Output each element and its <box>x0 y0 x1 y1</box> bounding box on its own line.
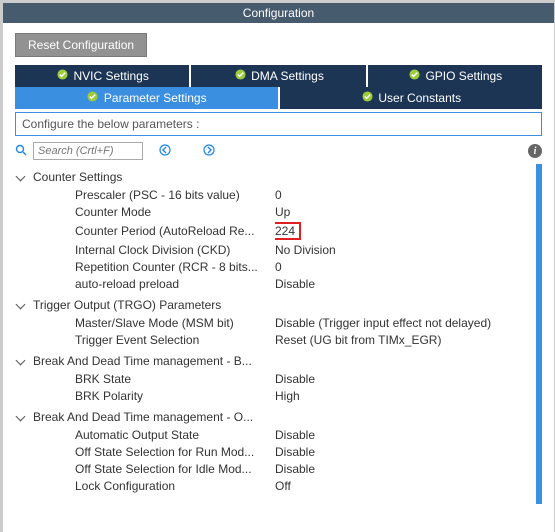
parameter-row[interactable]: Automatic Output StateDisable <box>15 426 532 443</box>
parameter-value[interactable]: Off <box>275 479 532 493</box>
next-icon[interactable] <box>203 144 215 159</box>
parameter-value[interactable]: 0 <box>275 260 532 274</box>
search-icon[interactable] <box>15 144 27 159</box>
check-icon <box>233 69 247 83</box>
tab-user-constants[interactable]: User Constants <box>280 87 543 109</box>
group-header[interactable]: Counter Settings <box>15 168 532 186</box>
group-title: Counter Settings <box>29 170 122 184</box>
parameter-value[interactable]: Up <box>275 205 532 219</box>
prev-icon[interactable] <box>159 144 171 159</box>
parameter-label: Automatic Output State <box>15 428 275 442</box>
parameter-row[interactable]: Lock ConfigurationOff <box>15 477 532 494</box>
parameter-row[interactable]: Counter Period (AutoReload Re...224 <box>15 220 532 241</box>
parameter-row[interactable]: BRK StateDisable <box>15 370 532 387</box>
parameter-label: Counter Mode <box>15 205 275 219</box>
group-title: Break And Dead Time management - O... <box>29 410 253 424</box>
chevron-down-icon <box>15 356 25 366</box>
tab-gpio-settings[interactable]: GPIO Settings <box>368 65 542 87</box>
parameter-row[interactable]: Trigger Event SelectionReset (UG bit fro… <box>15 331 532 348</box>
parameter-value[interactable]: 0 <box>275 188 532 202</box>
parameter-label: Repetition Counter (RCR - 8 bits... <box>15 260 275 274</box>
parameter-group: Counter Settings Prescaler (PSC - 16 bits… <box>15 168 532 292</box>
parameter-group: Trigger Output (TRGO) Parameters Master/S… <box>15 296 532 348</box>
parameter-value[interactable]: High <box>275 389 532 403</box>
check-icon <box>407 69 421 83</box>
parameter-value[interactable]: 224 <box>275 222 532 240</box>
tab-label: NVIC Settings <box>73 69 148 83</box>
parameter-value[interactable]: Disable <box>275 277 532 291</box>
parameter-label: Counter Period (AutoReload Re... <box>15 224 275 238</box>
parameter-value[interactable]: Disable <box>275 462 532 476</box>
parameter-group: Break And Dead Time management - B... BRK… <box>15 352 532 404</box>
tabs-row-1: NVIC Settings DMA Settings GPIO Settings <box>15 65 542 87</box>
parameter-row[interactable]: Internal Clock Division (CKD)No Division <box>15 241 532 258</box>
chevron-down-icon <box>15 412 25 422</box>
check-icon <box>360 91 374 105</box>
highlighted-value: 224 <box>275 222 301 240</box>
group-header[interactable]: Break And Dead Time management - B... <box>15 352 532 370</box>
parameter-value[interactable]: Disable (Trigger input effect not delaye… <box>275 316 532 330</box>
parameter-row[interactable]: auto-reload preloadDisable <box>15 275 532 292</box>
parameter-label: Internal Clock Division (CKD) <box>15 243 275 257</box>
tab-dma-settings[interactable]: DMA Settings <box>191 65 365 87</box>
parameter-value[interactable]: Disable <box>275 445 532 459</box>
tab-parameter-settings[interactable]: Parameter Settings <box>15 87 278 109</box>
check-icon <box>86 91 100 105</box>
parameter-row[interactable]: Off State Selection for Run Mod...Disabl… <box>15 443 532 460</box>
parameter-row[interactable]: BRK PolarityHigh <box>15 387 532 404</box>
tab-label: User Constants <box>378 91 461 105</box>
parameter-tree[interactable]: Counter Settings Prescaler (PSC - 16 bits… <box>15 164 542 504</box>
parameter-label: Lock Configuration <box>15 479 275 493</box>
tab-label: DMA Settings <box>251 69 324 83</box>
reset-configuration-button[interactable]: Reset Configuration <box>15 33 147 57</box>
parameter-row[interactable]: Prescaler (PSC - 16 bits value)0 <box>15 186 532 203</box>
group-title: Break And Dead Time management - B... <box>29 354 252 368</box>
check-icon <box>55 69 69 83</box>
parameter-group: Break And Dead Time management - O... Aut… <box>15 408 532 494</box>
parameter-row[interactable]: Off State Selection for Idle Mod...Disab… <box>15 460 532 477</box>
parameter-label: Master/Slave Mode (MSM bit) <box>15 316 275 330</box>
parameter-row[interactable]: Repetition Counter (RCR - 8 bits...0 <box>15 258 532 275</box>
parameter-label: Trigger Event Selection <box>15 333 275 347</box>
search-input[interactable] <box>33 142 143 160</box>
chevron-down-icon <box>15 172 25 182</box>
parameter-value[interactable]: No Division <box>275 243 532 257</box>
parameter-label: auto-reload preload <box>15 277 275 291</box>
parameter-label: Prescaler (PSC - 16 bits value) <box>15 188 275 202</box>
parameter-value[interactable]: Disable <box>275 372 532 386</box>
search-row: i <box>15 142 542 160</box>
parameter-value[interactable]: Disable <box>275 428 532 442</box>
parameter-label: BRK State <box>15 372 275 386</box>
parameter-label: BRK Polarity <box>15 389 275 403</box>
chevron-down-icon <box>15 300 25 310</box>
panel-title: Configuration <box>3 3 554 23</box>
tab-label: Parameter Settings <box>104 91 207 105</box>
tab-label: GPIO Settings <box>425 69 502 83</box>
tabs-row-2: Parameter Settings User Constants <box>15 87 542 109</box>
parameter-row[interactable]: Master/Slave Mode (MSM bit)Disable (Trig… <box>15 314 532 331</box>
tab-nvic-settings[interactable]: NVIC Settings <box>15 65 189 87</box>
info-icon[interactable]: i <box>528 144 542 158</box>
group-header[interactable]: Trigger Output (TRGO) Parameters <box>15 296 532 314</box>
description-bar: Configure the below parameters : <box>15 112 542 136</box>
top-button-row: Reset Configuration <box>3 23 554 65</box>
group-title: Trigger Output (TRGO) Parameters <box>29 298 221 312</box>
config-panel: Configuration Reset Configuration NVIC S… <box>0 0 555 532</box>
parameter-value[interactable]: Reset (UG bit from TIMx_EGR) <box>275 333 532 347</box>
parameter-label: Off State Selection for Run Mod... <box>15 445 275 459</box>
parameter-row[interactable]: Counter ModeUp <box>15 203 532 220</box>
group-header[interactable]: Break And Dead Time management - O... <box>15 408 532 426</box>
parameter-label: Off State Selection for Idle Mod... <box>15 462 275 476</box>
